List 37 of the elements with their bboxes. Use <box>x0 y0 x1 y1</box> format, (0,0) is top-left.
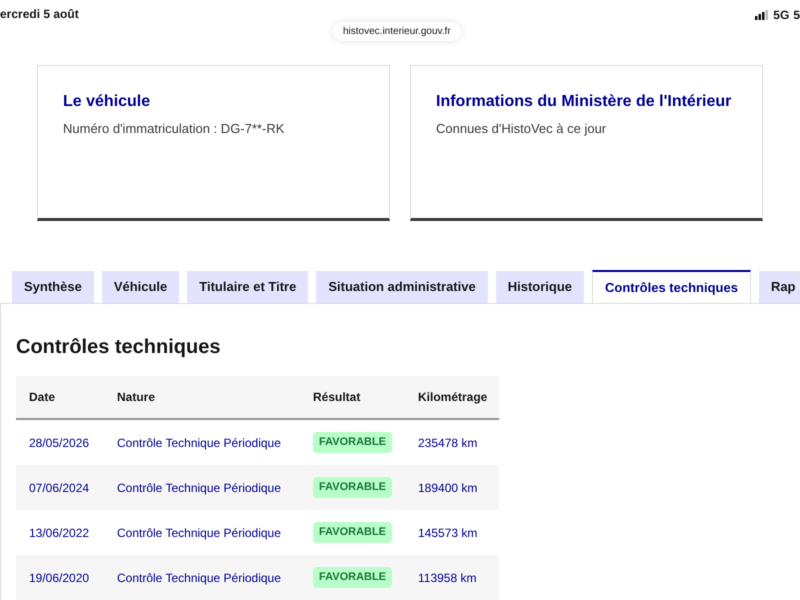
result-badge: FAVORABLE <box>313 522 392 543</box>
card-title: Informations du Ministère de l'Intérieur <box>436 92 732 112</box>
date-cell-text: 07/06/2024 <box>28 480 90 496</box>
nature-cell-text: Contrôle Technique Périodique <box>117 434 282 452</box>
mileage-cell-text: 235478 km <box>418 434 478 452</box>
column-header: Résultat <box>313 389 362 406</box>
nature-cell-text: Contrôle Technique Périodique <box>117 480 282 496</box>
date-cell-text: 13/06/2022 <box>28 524 90 542</box>
tab[interactable]: Rap <box>758 271 800 303</box>
url-bar[interactable]: histovec.interieur.gouv.fr <box>333 22 461 41</box>
mileage-cell-text: 145573 km <box>418 524 478 542</box>
result-badge: FAVORABLE <box>313 477 392 498</box>
tab[interactable]: Titulaire et Titre <box>187 271 308 303</box>
column-header: Date <box>28 389 56 406</box>
mileage-cell-text: 189400 km <box>418 480 478 496</box>
tab[interactable]: Historique <box>496 271 584 303</box>
card-text: Numéro d'immatriculation : DG-7**-RK <box>63 120 286 138</box>
battery-label: 5 <box>793 7 800 24</box>
section-title: Contrôles techniques <box>16 335 222 360</box>
mileage-cell-text: 113958 km <box>418 570 478 586</box>
nature-cell-text: Contrôle Technique Périodique <box>117 570 282 586</box>
status-date: ercredi 5 août <box>0 6 79 23</box>
tab[interactable]: Synthèse <box>12 271 94 303</box>
tab[interactable]: Situation administrative <box>316 271 488 303</box>
card-text: Connues d'HistoVec à ce jour <box>436 120 608 138</box>
result-badge: FAVORABLE <box>313 432 392 453</box>
column-header: Nature <box>117 389 156 406</box>
date-cell-text: 28/05/2026 <box>28 434 90 452</box>
nature-cell-text: Contrôle Technique Périodique <box>117 524 282 542</box>
card-title: Le véhicule <box>63 92 152 112</box>
tab[interactable]: Contrôles techniques <box>592 270 751 303</box>
result-badge: FAVORABLE <box>313 567 392 588</box>
network-label: 5G <box>773 7 790 24</box>
column-header: Kilométrage <box>418 389 488 406</box>
tab[interactable]: Véhicule <box>102 271 180 303</box>
signal-icon <box>755 10 770 20</box>
date-cell-text: 19/06/2020 <box>28 570 90 586</box>
